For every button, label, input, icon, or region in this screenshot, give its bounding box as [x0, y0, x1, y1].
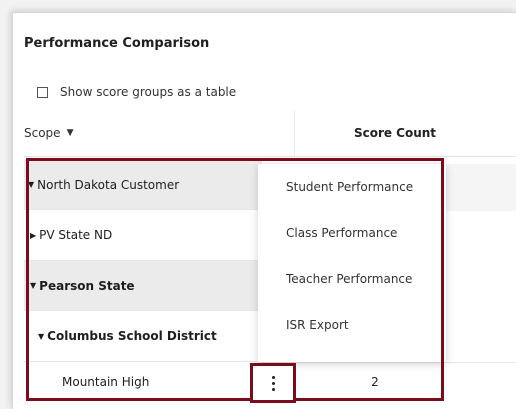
scope-column-header[interactable]: Scope ▼	[24, 110, 295, 156]
show-table-label: Show score groups as a table	[60, 85, 237, 99]
screenshot-stage: Performance Comparison Show score groups…	[0, 0, 516, 409]
kebab-menu-icon[interactable]	[271, 375, 275, 391]
scope-header-label: Scope	[24, 126, 61, 140]
score-header-label: Score Count	[353, 126, 437, 140]
score-count-column-header: Score Count	[295, 110, 495, 156]
show-table-checkbox-row[interactable]: Show score groups as a table	[37, 85, 236, 99]
header-divider	[24, 156, 516, 157]
panel-title: Performance Comparison	[24, 36, 210, 51]
caret-down-icon[interactable]: ▼	[67, 128, 74, 138]
show-table-checkbox[interactable]	[37, 86, 48, 98]
highlight-box	[26, 158, 444, 401]
row-actions-button[interactable]	[250, 363, 296, 403]
